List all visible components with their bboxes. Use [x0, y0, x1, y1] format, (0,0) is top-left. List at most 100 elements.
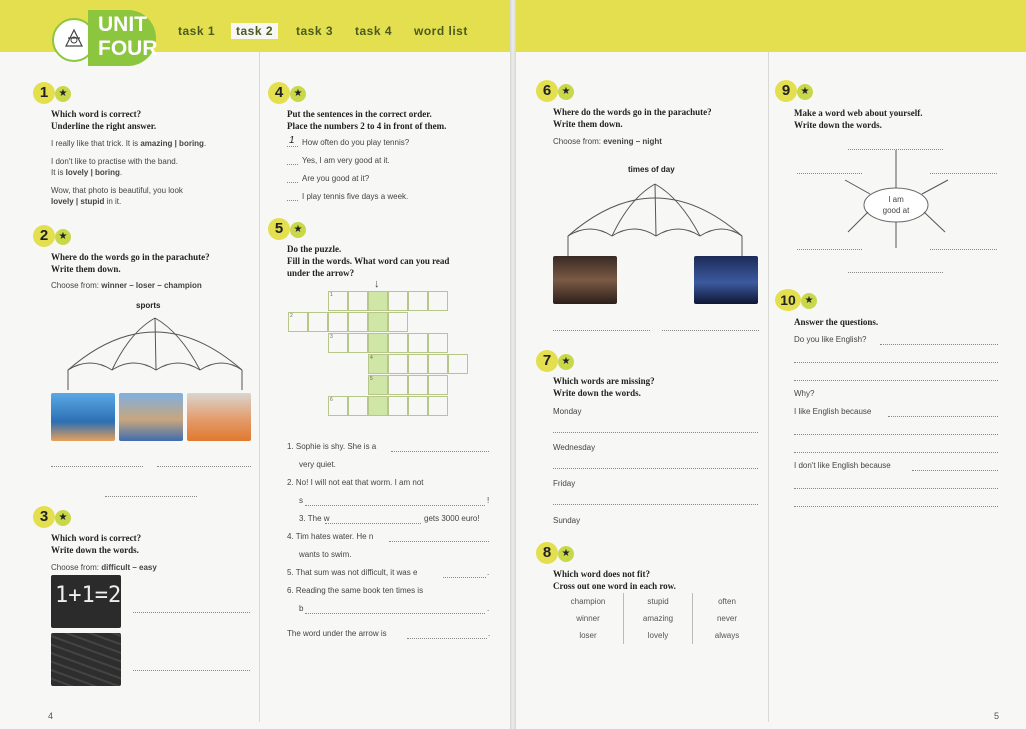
answer-line[interactable] [848, 149, 943, 150]
answer-line[interactable] [930, 173, 997, 174]
answer-line[interactable] [794, 506, 998, 507]
day: Monday [553, 407, 582, 416]
word-cell[interactable]: loser [553, 627, 624, 644]
word-cell[interactable]: amazing [623, 610, 693, 627]
photo-loser [119, 393, 183, 441]
exercise-number: 10 [775, 289, 801, 311]
parachute-drawing [567, 183, 743, 256]
parachute-label: times of day [628, 165, 675, 174]
answer-line[interactable] [880, 344, 998, 345]
star-icon: ★ [558, 354, 574, 370]
answer-line[interactable] [287, 164, 298, 165]
exercise-heading: Place the numbers 2 to 4 in front of the… [287, 121, 447, 131]
clue: 2. No! I will not eat that worm. I am no… [287, 478, 424, 487]
parachute-label: sports [136, 301, 161, 310]
clue: . [487, 568, 490, 577]
day: Sunday [553, 516, 581, 525]
exercise-heading: Which word is correct? [51, 109, 142, 119]
crossword-grid[interactable]: 1 2 3 4 5 6 [287, 290, 477, 418]
answer-line[interactable] [157, 466, 251, 467]
photo-winner [51, 393, 115, 441]
exercise-number: 4 [268, 82, 290, 104]
photo-evening [553, 256, 617, 304]
answer-line[interactable] [794, 452, 998, 453]
answer-line[interactable] [553, 504, 758, 505]
answer-line[interactable] [912, 470, 998, 471]
tab-task-2[interactable]: task 2 [231, 23, 279, 39]
answer-line[interactable] [888, 416, 998, 417]
tab-task-4[interactable]: task 4 [355, 24, 392, 38]
sentence: Yes, I am very good at it. [302, 156, 390, 165]
answer-line[interactable] [105, 496, 197, 497]
answer-line[interactable] [51, 466, 143, 467]
word-table: champion stupid often winner amazing never l… [553, 593, 761, 644]
exercise-number: 8 [536, 542, 558, 564]
answer-line[interactable] [553, 432, 758, 433]
answer-line[interactable] [794, 380, 998, 381]
exercise-number: 7 [536, 350, 558, 372]
answer-line[interactable] [794, 434, 998, 435]
answer-line[interactable] [662, 330, 759, 331]
answer-line[interactable] [133, 670, 250, 671]
word-cell[interactable]: winner [553, 610, 624, 627]
answer-line[interactable] [443, 577, 486, 578]
star-icon: ★ [558, 546, 574, 562]
answer-line[interactable] [305, 505, 485, 506]
page-number: 5 [994, 711, 1000, 721]
exercise-number: 5 [268, 218, 290, 240]
clue: . [487, 604, 490, 613]
photo-chalkboard-difficult [51, 633, 121, 686]
sentence: It is lovely | boring. [51, 168, 123, 177]
photo-night [694, 256, 758, 304]
answer-line[interactable] [848, 272, 943, 273]
answer-line[interactable] [287, 146, 298, 147]
exercise-heading: under the arrow? [287, 268, 355, 278]
answer-line[interactable] [133, 612, 250, 613]
star-icon: ★ [55, 86, 71, 102]
exercise-number: 3 [33, 506, 55, 528]
tab-word-list[interactable]: word list [414, 24, 468, 38]
clue: b [299, 604, 304, 613]
tab-task-1[interactable]: task 1 [178, 24, 215, 38]
sentence: lovely | stupid in it. [51, 197, 122, 206]
word-cell[interactable]: stupid [623, 593, 693, 610]
answer-line[interactable] [794, 362, 998, 363]
choice[interactable]: amazing | boring [140, 139, 204, 148]
answer-line[interactable] [797, 173, 862, 174]
exercise-heading: Write down the words. [794, 120, 882, 130]
answer-line[interactable] [287, 182, 298, 183]
clue: gets 3000 euro! [424, 514, 480, 523]
answer-line[interactable] [797, 249, 862, 250]
word-cell[interactable]: always [692, 627, 761, 644]
answer-line[interactable] [553, 330, 650, 331]
column-divider [768, 52, 769, 722]
answer-line[interactable] [407, 638, 487, 639]
answer-line[interactable] [305, 613, 485, 614]
answer-line[interactable] [794, 488, 998, 489]
answer-line[interactable] [391, 451, 489, 452]
tab-task-3[interactable]: task 3 [296, 24, 333, 38]
exercise-number: 1 [33, 82, 55, 104]
exercise-heading: Write down the words. [553, 388, 641, 398]
exercise-heading: Write down the words. [51, 545, 139, 555]
answer-line[interactable] [930, 249, 997, 250]
choose-from: Choose from: difficult – easy [51, 563, 157, 572]
question: Do you like English? [794, 335, 867, 344]
answer-line[interactable] [553, 468, 758, 469]
choice[interactable]: lovely | stupid [51, 197, 104, 206]
answer-line[interactable] [325, 523, 421, 524]
day: Friday [553, 479, 576, 488]
exercise-heading: Do the puzzle. [287, 244, 342, 254]
header-band-right [514, 0, 1026, 52]
answer-line[interactable] [287, 200, 298, 201]
choice[interactable]: lovely | boring [66, 168, 120, 177]
exercise-number: 9 [775, 80, 797, 102]
word-cell[interactable]: champion [553, 593, 624, 610]
exercise-heading: Cross out one word in each row. [553, 581, 676, 591]
word-cell[interactable]: never [692, 610, 761, 627]
word-cell[interactable]: often [692, 593, 761, 610]
answer-line[interactable] [389, 541, 489, 542]
day: Wednesday [553, 443, 596, 452]
clue-number: 4 [370, 355, 373, 361]
word-cell[interactable]: lovely [623, 627, 693, 644]
